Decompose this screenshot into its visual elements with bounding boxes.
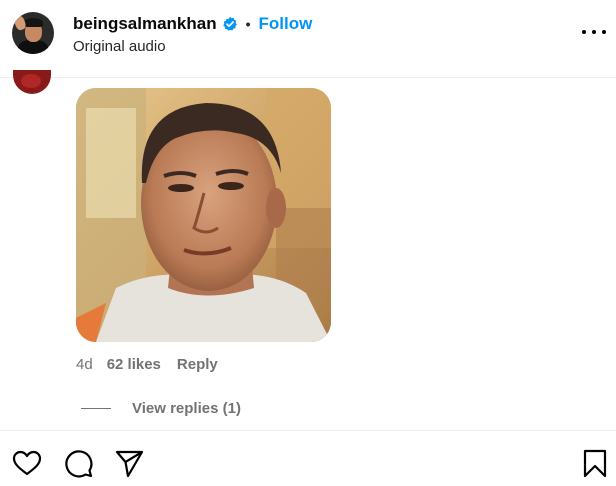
comment-age: 4d	[76, 355, 93, 373]
original-audio-link[interactable]: Original audio	[73, 38, 166, 55]
profile-avatar[interactable]	[12, 12, 54, 54]
replies-divider-line	[81, 407, 111, 409]
heart-icon[interactable]	[11, 447, 43, 479]
send-icon[interactable]	[113, 447, 145, 479]
reply-button[interactable]: Reply	[177, 356, 218, 373]
post-header: beingsalmankhan • Follow Original audio	[0, 0, 616, 78]
commenter-avatar[interactable]	[13, 70, 51, 94]
comment-image[interactable]	[76, 88, 331, 342]
separator-dot: •	[245, 16, 251, 32]
follow-button[interactable]: Follow	[259, 14, 313, 34]
bookmark-icon[interactable]	[579, 447, 611, 479]
view-replies-label: View replies (1)	[132, 399, 241, 417]
username-row: beingsalmankhan • Follow	[73, 13, 312, 35]
comment-meta: 4d 62 likes Reply	[76, 355, 218, 373]
view-replies-button[interactable]: View replies (1)	[81, 399, 241, 417]
username-link[interactable]: beingsalmankhan	[73, 14, 217, 34]
verified-badge-icon	[222, 16, 238, 32]
comment-photo-graphic	[76, 88, 331, 342]
comment-likes-link[interactable]: 62 likes	[107, 356, 161, 373]
action-bar-divider	[0, 430, 616, 431]
more-options-icon[interactable]	[582, 26, 606, 38]
comment-icon[interactable]	[62, 447, 94, 479]
